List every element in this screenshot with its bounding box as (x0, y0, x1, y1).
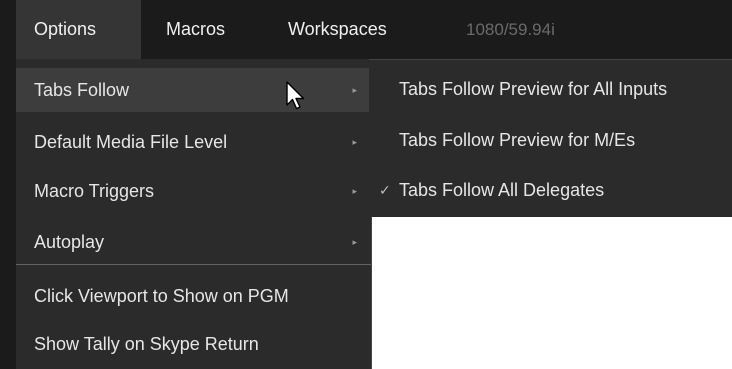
chevron-right-icon: ▸ (352, 237, 357, 247)
menu-item-label: Macro Triggers (34, 181, 155, 201)
menu-item-show-tally-on-skype-return[interactable]: Show Tally on Skype Return (16, 322, 371, 366)
menu-bar: Options Macros Workspaces 1080/59.94i (0, 0, 732, 59)
menu-item-autoplay[interactable]: Autoplay ▸ (16, 220, 371, 264)
chevron-right-icon: ▸ (352, 137, 357, 147)
checkmark-icon: ✓ (379, 182, 391, 198)
tabs-follow-submenu: Tabs Follow Preview for All Inputs Tabs … (369, 59, 732, 217)
submenu-item-preview-all-inputs[interactable]: Tabs Follow Preview for All Inputs (369, 64, 732, 114)
menu-options[interactable]: Options (16, 0, 141, 59)
submenu-item-preview-mes[interactable]: Tabs Follow Preview for M/Es (369, 115, 732, 165)
menu-macros[interactable]: Macros (148, 0, 243, 59)
left-panel-edge (0, 59, 16, 369)
submenu-item-all-delegates[interactable]: ✓ Tabs Follow All Delegates (369, 165, 732, 215)
mouse-pointer-icon (286, 81, 305, 110)
menu-item-tabs-follow[interactable]: Tabs Follow ▸ (16, 68, 371, 112)
submenu-item-label: Tabs Follow Preview for All Inputs (399, 79, 668, 99)
video-format-status: 1080/59.94i (466, 20, 555, 39)
menu-separator (16, 264, 371, 265)
chevron-right-icon: ▸ (352, 186, 357, 196)
submenu-item-label: Tabs Follow All Delegates (399, 180, 605, 200)
menu-item-label: Tabs Follow (34, 80, 130, 100)
options-dropdown-menu: Tabs Follow ▸ Default Media File Level ▸… (16, 59, 372, 369)
menu-workspaces[interactable]: Workspaces (270, 0, 405, 59)
chevron-right-icon: ▸ (352, 85, 357, 95)
menu-item-macro-triggers[interactable]: Macro Triggers ▸ (16, 169, 371, 213)
menu-item-default-media-file-level[interactable]: Default Media File Level ▸ (16, 120, 371, 164)
menu-item-label: Click Viewport to Show on PGM (34, 286, 289, 306)
menu-item-label: Show Tally on Skype Return (34, 334, 259, 354)
submenu-item-label: Tabs Follow Preview for M/Es (399, 130, 636, 150)
menu-item-label: Autoplay (34, 232, 105, 252)
menu-item-label: Default Media File Level (34, 132, 228, 152)
menu-item-click-viewport-to-show-on-pgm[interactable]: Click Viewport to Show on PGM (16, 274, 371, 318)
